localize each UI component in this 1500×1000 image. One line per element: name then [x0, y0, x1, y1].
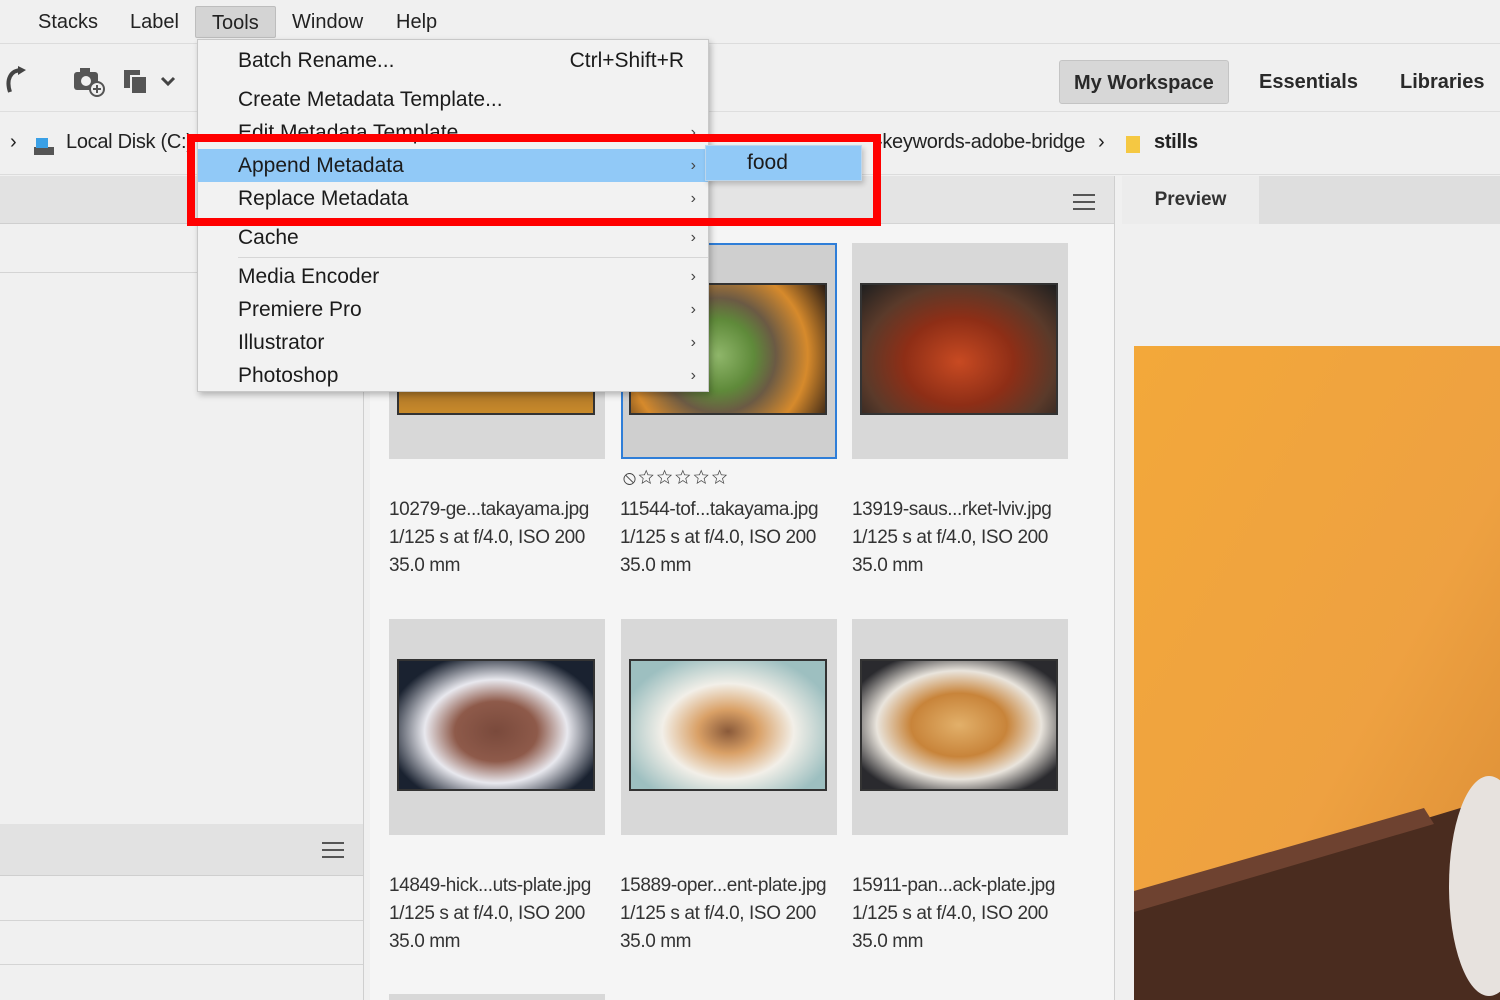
divider [0, 964, 363, 965]
menu-bar: Stacks Label Tools Window Help [0, 0, 1500, 44]
menu-item-label: Photoshop [238, 364, 339, 387]
camera-add-icon[interactable] [72, 64, 106, 98]
thumbnail-exposure: 1/125 s at f/4.0, ISO 200 [620, 527, 816, 548]
tools-menu: Batch Rename... Ctrl+Shift+R Create Meta… [197, 39, 709, 392]
chevron-right-icon: › [690, 301, 696, 318]
menu-stacks[interactable]: Stacks [22, 6, 114, 38]
submenu-item-food[interactable]: food [705, 145, 862, 181]
menu-item-label: Cache [238, 226, 299, 249]
thumbnail-filename: 10279-ge...takayama.jpg [389, 499, 589, 520]
menu-item-shortcut: Ctrl+Shift+R [569, 49, 684, 72]
menu-separator [238, 218, 708, 219]
chevron-right-icon: › [690, 367, 696, 384]
menu-item-label: Illustrator [238, 331, 325, 354]
thumbnail-image [629, 659, 827, 791]
menu-help[interactable]: Help [380, 6, 453, 38]
panel-menu-icon[interactable] [1073, 194, 1095, 210]
menu-item-illustrator[interactable]: Illustrator › [198, 326, 708, 359]
menu-item-cache[interactable]: Cache › [198, 221, 708, 254]
rotate-icon[interactable] [2, 64, 28, 98]
menu-item-media-encoder[interactable]: Media Encoder › [198, 260, 708, 293]
folder-icon [1126, 136, 1140, 153]
menu-item-label: Create Metadata Template... [238, 88, 503, 111]
menu-item-label: Batch Rename... [238, 49, 395, 72]
thumbnail-filename: 15911-pan...ack-plate.jpg [852, 875, 1056, 896]
thumbnail-focal-length: 35.0 mm [852, 555, 924, 576]
thumbnail-image [860, 283, 1058, 415]
thumbnail-filename: 14849-hick...uts-plate.jpg [389, 875, 591, 896]
chevron-right-icon: › [690, 334, 696, 351]
thumbnail-filename: 13919-saus...rket-lviv.jpg [852, 499, 1052, 520]
menu-item-premiere-pro[interactable]: Premiere Pro › [198, 293, 708, 326]
preview-image [1134, 346, 1500, 1000]
thumbnail-exposure: 1/125 s at f/4.0, ISO 200 [389, 527, 585, 548]
menu-item-photoshop[interactable]: Photoshop › [198, 359, 708, 392]
thumbnail-exposure: 1/125 s at f/4.0, ISO 200 [852, 527, 1048, 548]
thumbnail-focal-length: 35.0 mm [852, 931, 924, 952]
thumbnail-filename: 15889-oper...ent-plate.jpg [620, 875, 827, 896]
path-current[interactable]: stills [1154, 131, 1198, 154]
thumbnail-card[interactable] [389, 619, 605, 835]
workspace-libraries[interactable]: Libraries [1386, 60, 1498, 104]
thumbnail-focal-length: 35.0 mm [389, 931, 461, 952]
menu-separator [238, 257, 708, 258]
menu-item-label: Media Encoder [238, 265, 380, 288]
menu-item-append-metadata[interactable]: Append Metadata › [198, 149, 708, 182]
chevron-right-icon[interactable]: › [10, 131, 17, 154]
menu-item-label: Edit Metadata Template [238, 121, 459, 144]
chevron-right-icon: › [690, 190, 696, 207]
thumbnail-exposure: 1/125 s at f/4.0, ISO 200 [620, 903, 816, 924]
star-rating[interactable]: ⦸☆☆☆☆☆ [623, 467, 730, 490]
thumbnail-image [397, 659, 595, 791]
thumbnail-image [860, 659, 1058, 791]
path-drive[interactable]: Local Disk (C:) [66, 131, 193, 154]
chevron-right-icon: › [1098, 131, 1105, 153]
thumbnail-card[interactable] [621, 619, 837, 835]
thumbnail-card[interactable] [852, 619, 1068, 835]
tab-preview[interactable]: Preview [1122, 176, 1259, 224]
thumbnail-filename: 11544-tof...takayama.jpg [620, 499, 819, 520]
divider [0, 920, 363, 921]
thumbnail-focal-length: 35.0 mm [620, 555, 692, 576]
menu-item-batch-rename[interactable]: Batch Rename... Ctrl+Shift+R [198, 44, 708, 77]
thumbnail-exposure: 1/125 s at f/4.0, ISO 200 [852, 903, 1048, 924]
menu-item-create-metadata-template[interactable]: Create Metadata Template... [198, 83, 708, 116]
menu-item-label: Replace Metadata [238, 187, 409, 210]
thumbnail-focal-length: 35.0 mm [620, 931, 692, 952]
workspace-essentials[interactable]: Essentials [1245, 60, 1372, 104]
chevron-right-icon: › [690, 268, 696, 285]
menu-item-label: Append Metadata [238, 154, 404, 177]
chevron-right-icon: › [690, 157, 696, 174]
drive-icon [34, 138, 54, 155]
filter-panel-header [0, 824, 363, 876]
thumbnail-card[interactable] [389, 994, 605, 1000]
workspace-my-workspace[interactable]: My Workspace [1059, 60, 1229, 104]
menu-window[interactable]: Window [276, 6, 379, 38]
copy-dropdown-icon[interactable] [122, 64, 180, 98]
preview-panel: Preview [1122, 176, 1500, 1000]
menu-item-label: Premiere Pro [238, 298, 362, 321]
thumbnail-focal-length: 35.0 mm [389, 555, 461, 576]
preview-tab-bar [1259, 176, 1500, 224]
menu-tools[interactable]: Tools [195, 6, 276, 38]
menu-label[interactable]: Label [114, 6, 195, 38]
panel-menu-icon[interactable] [322, 842, 344, 858]
menu-item-replace-metadata[interactable]: Replace Metadata › [198, 182, 708, 215]
thumbnail-exposure: 1/125 s at f/4.0, ISO 200 [389, 903, 585, 924]
chevron-right-icon: › [690, 229, 696, 246]
chevron-right-icon: › [690, 124, 696, 141]
thumbnail-card[interactable] [852, 243, 1068, 459]
path-folder[interactable]: -keywords-adobe-bridge [876, 131, 1085, 154]
menu-item-edit-metadata-template[interactable]: Edit Metadata Template › [198, 116, 708, 149]
